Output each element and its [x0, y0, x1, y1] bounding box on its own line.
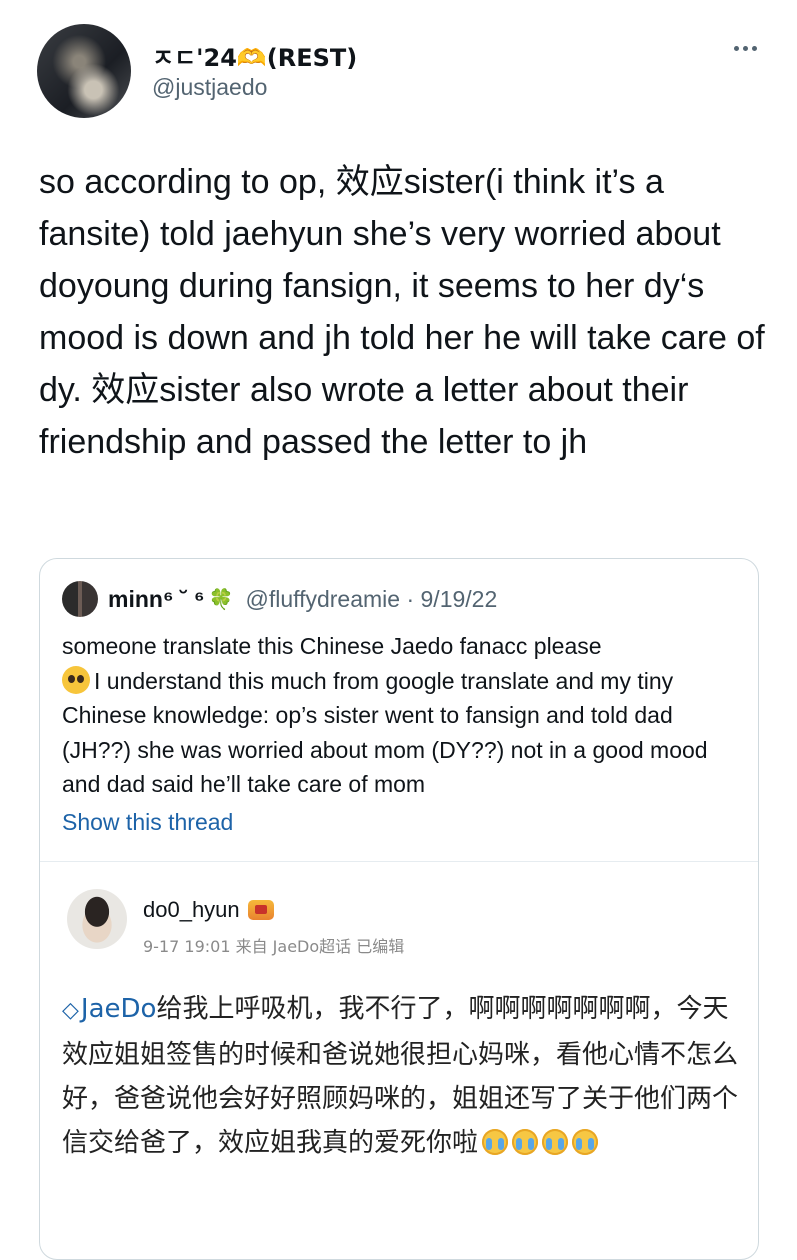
show-thread-link[interactable]: Show this thread [62, 809, 233, 836]
quoted-avatar[interactable] [62, 581, 98, 617]
weibo-post-text: ◇JaeDo给我上呼吸机，我不行了，啊啊啊啊啊啊啊，今天效应姐姐签售的时候和爸说… [62, 987, 752, 1165]
tweet-text: so according to op, 效应sister(i think it’… [39, 163, 765, 461]
weibo-username[interactable]: do0_hyun [143, 897, 240, 923]
quoted-tweet-header: minn⁶ ˘ ⁶ 🍀 @fluffydreamie · 9/19/22 [62, 581, 497, 617]
quoted-text-line1: someone translate this Chinese Jaedo fan… [62, 633, 602, 659]
quoted-tweet-text: someone translate this Chinese Jaedo fan… [62, 629, 742, 802]
weibo-avatar[interactable] [67, 889, 127, 949]
crying-face-icon [572, 1129, 599, 1155]
more-options-icon[interactable] [734, 46, 757, 51]
divider [40, 861, 758, 862]
clover-icon: 🍀 [208, 587, 234, 611]
weibo-post-meta: 9-17 19:01 来自 JaeDo超话 已编辑 [143, 937, 405, 956]
weibo-body: 给我上呼吸机，我不行了，啊啊啊啊啊啊啊，今天效应姐姐签售的时候和爸说她很担心妈咪… [62, 994, 739, 1158]
super-topic-icon: ◇ [62, 998, 79, 1023]
crying-face-icon [482, 1129, 509, 1155]
quoted-text-rest: I understand this much from google trans… [62, 667, 708, 798]
author-display-name[interactable]: ㅈㄷ'24🫶(REST) [152, 38, 357, 73]
pleading-face-icon [62, 665, 90, 694]
weibo-user-row: do0_hyun [143, 897, 274, 923]
author-avatar[interactable] [37, 24, 131, 118]
crown-badge-icon [247, 900, 274, 920]
weibo-topic-tag[interactable]: JaeDo [81, 994, 157, 1024]
quoted-tweet-card[interactable]: minn⁶ ˘ ⁶ 🍀 @fluffydreamie · 9/19/22 som… [39, 558, 759, 1260]
author-handle[interactable]: @justjaedo [152, 74, 267, 101]
crying-face-icon [542, 1129, 569, 1155]
quoted-handle-date: @fluffydreamie · 9/19/22 [245, 585, 498, 612]
crying-face-icon [512, 1129, 539, 1155]
quoted-display-name[interactable]: minn⁶ ˘ ⁶ [108, 586, 205, 613]
